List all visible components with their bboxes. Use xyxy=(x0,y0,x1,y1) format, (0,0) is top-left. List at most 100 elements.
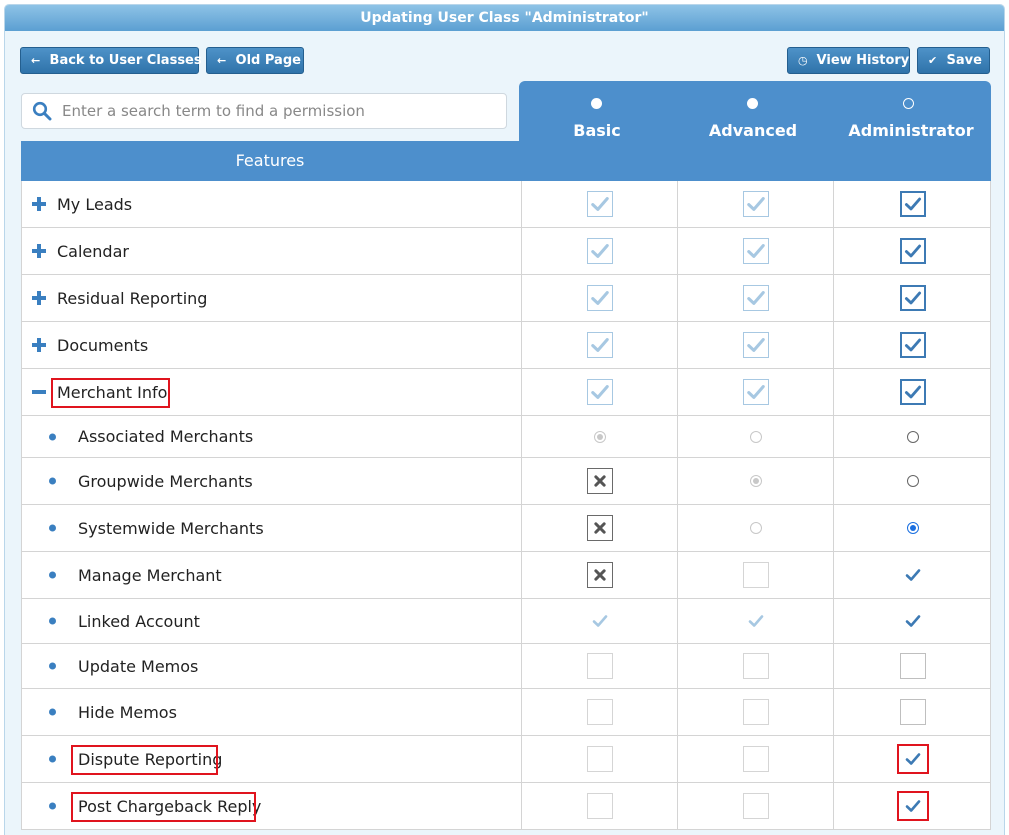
column-radio[interactable] xyxy=(747,98,758,109)
checked-checkbox[interactable] xyxy=(899,191,926,217)
feature-group-label[interactable]: Residual Reporting xyxy=(57,275,207,321)
denied-checkbox[interactable] xyxy=(586,515,613,541)
collapse-icon[interactable] xyxy=(32,385,46,399)
inherited-checkbox xyxy=(586,191,613,217)
permission-row: Manage Merchant xyxy=(21,552,991,599)
column-radio[interactable] xyxy=(591,98,602,109)
inherited-checkbox xyxy=(742,285,769,311)
advanced-cell xyxy=(677,599,833,643)
arrow-left-icon: ← xyxy=(31,54,41,67)
advanced-cell xyxy=(677,505,833,551)
unchecked-checkbox[interactable] xyxy=(899,699,926,725)
check-toggle[interactable] xyxy=(903,565,923,585)
administrator-cell xyxy=(833,458,991,504)
bullet-icon xyxy=(49,524,56,532)
disabled-checkbox xyxy=(586,699,613,725)
advanced-cell xyxy=(677,228,833,274)
page-title: Updating User Class "Administrator" xyxy=(5,5,1004,31)
expand-icon[interactable] xyxy=(32,197,46,211)
bullet-icon xyxy=(49,477,56,485)
permission-row: Associated Merchants xyxy=(21,416,991,458)
permission-row: Systemwide Merchants xyxy=(21,505,991,552)
column-administrator[interactable]: Administrator xyxy=(831,81,991,181)
administrator-cell xyxy=(833,599,991,643)
column-radio[interactable] xyxy=(903,98,914,109)
permission-label: Systemwide Merchants xyxy=(78,518,264,538)
administrator-cell xyxy=(833,416,991,457)
back-button-label: Back to User Classes xyxy=(49,53,202,68)
inherited-check-toggle xyxy=(590,611,610,631)
highlight-box xyxy=(51,378,170,408)
radio-button[interactable] xyxy=(906,475,919,487)
feature-group-row: Calendar xyxy=(21,228,991,275)
inherited-checkbox xyxy=(742,191,769,217)
basic-cell xyxy=(521,181,677,227)
inherited-checkbox xyxy=(586,285,613,311)
inherited-check-toggle xyxy=(746,611,766,631)
advanced-cell xyxy=(677,736,833,782)
inherited-checkbox xyxy=(742,332,769,358)
administrator-cell xyxy=(833,689,991,735)
save-button[interactable]: ✔ Save xyxy=(917,47,990,74)
denied-checkbox[interactable] xyxy=(586,562,613,588)
inherited-checkbox xyxy=(586,379,613,405)
column-basic[interactable]: Basic xyxy=(519,81,675,181)
permission-search xyxy=(21,93,507,129)
old-page-button-label: Old Page xyxy=(235,53,301,68)
disabled-radio-button xyxy=(749,522,762,534)
administrator-cell xyxy=(833,783,991,829)
selected-radio-button[interactable] xyxy=(906,522,919,534)
advanced-cell xyxy=(677,644,833,688)
basic-cell xyxy=(521,505,677,551)
basic-cell xyxy=(521,552,677,598)
feature-group-row: Merchant Info xyxy=(21,369,991,416)
feature-group-label[interactable]: Calendar xyxy=(57,228,129,274)
old-page-button[interactable]: ← Old Page xyxy=(206,47,304,74)
permission-label: Groupwide Merchants xyxy=(78,471,253,491)
checked-checkbox[interactable] xyxy=(899,238,926,264)
disabled-radio-button xyxy=(749,430,762,443)
feature-group-label[interactable]: My Leads xyxy=(57,181,132,227)
advanced-cell xyxy=(677,369,833,415)
advanced-cell xyxy=(677,689,833,735)
column-label: Basic xyxy=(573,121,621,140)
permission-label: Associated Merchants xyxy=(78,427,254,446)
basic-cell xyxy=(521,689,677,735)
permission-label: Update Memos xyxy=(78,656,199,676)
check-toggle[interactable] xyxy=(903,611,923,631)
inherited-checkbox xyxy=(742,379,769,405)
bullet-icon xyxy=(49,708,56,716)
unchecked-checkbox[interactable] xyxy=(899,653,926,679)
expand-icon[interactable] xyxy=(32,338,46,352)
search-input[interactable] xyxy=(62,100,492,122)
back-to-user-classes-button[interactable]: ← Back to User Classes xyxy=(20,47,202,74)
administrator-cell xyxy=(833,275,991,321)
expand-icon[interactable] xyxy=(32,291,46,305)
disabled-checkbox xyxy=(742,653,769,679)
permissions-panel: Updating User Class "Administrator" ← Ba… xyxy=(4,4,1005,835)
column-advanced[interactable]: Advanced xyxy=(675,81,831,181)
bullet-icon xyxy=(49,571,56,579)
feature-group-label[interactable]: Documents xyxy=(57,322,148,368)
permission-row: Hide Memos xyxy=(21,689,991,736)
disabled-checkbox xyxy=(742,746,769,772)
denied-checkbox[interactable] xyxy=(586,468,613,494)
permission-row: Update Memos xyxy=(21,644,991,689)
save-button-label: Save xyxy=(946,53,982,68)
permission-label: Hide Memos xyxy=(78,702,177,722)
checked-checkbox[interactable] xyxy=(899,379,926,405)
expand-icon[interactable] xyxy=(32,244,46,258)
advanced-cell xyxy=(677,783,833,829)
bullet-icon xyxy=(49,662,56,670)
disabled-checkbox xyxy=(586,793,613,819)
permission-label: Manage Merchant xyxy=(78,565,222,585)
basic-cell xyxy=(521,644,677,688)
advanced-cell xyxy=(677,181,833,227)
checked-checkbox[interactable] xyxy=(899,332,926,358)
view-history-button[interactable]: ◷ View History xyxy=(787,47,910,74)
highlight-box xyxy=(71,792,256,822)
administrator-cell xyxy=(833,644,991,688)
basic-cell xyxy=(521,458,677,504)
checked-checkbox[interactable] xyxy=(899,285,926,311)
radio-button[interactable] xyxy=(906,430,919,443)
